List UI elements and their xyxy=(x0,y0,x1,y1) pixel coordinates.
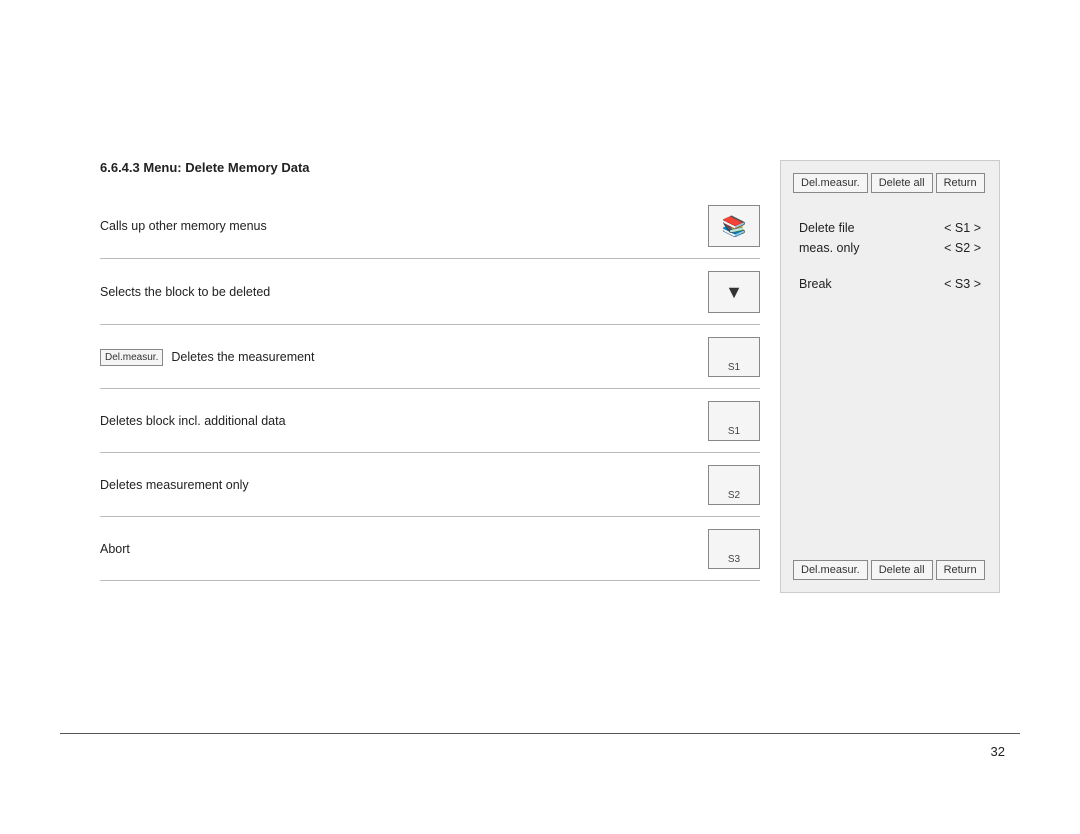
row-memory-menus-content: Calls up other memory menus 📚 xyxy=(100,205,760,247)
row-del-block-label: Deletes block incl. additional data xyxy=(100,414,698,428)
row-abort: Abort S3 xyxy=(100,529,760,581)
row-memory-menus: Calls up other memory menus 📚 xyxy=(100,205,760,259)
btn-del-measur-bottom[interactable]: Del.measur. xyxy=(793,560,868,580)
row-del-meas-only-label: Deletes measurement only xyxy=(100,478,698,492)
btn-s3[interactable]: S3 xyxy=(708,529,760,569)
btn-delete-all-bottom[interactable]: Delete all xyxy=(871,560,933,580)
btn-s1-block-label: S1 xyxy=(728,426,740,437)
right-menu-key-0: < S1 > xyxy=(944,221,981,235)
right-menu-section: Delete file < S1 > meas. only < S2 > Bre… xyxy=(793,209,987,550)
right-menu-label-1: meas. only xyxy=(799,241,859,255)
right-bottom-btn-row: Del.measur. Delete all Return xyxy=(793,560,987,580)
page-number: 32 xyxy=(991,744,1005,759)
right-menu-label-2: Break xyxy=(799,277,832,291)
row-del-block: Deletes block incl. additional data S1 xyxy=(100,401,760,453)
right-menu-row-0: Delete file < S1 > xyxy=(799,221,981,235)
right-menu-key-1: < S2 > xyxy=(944,241,981,255)
bottom-rule xyxy=(60,733,1020,734)
row-select-block-label: Selects the block to be deleted xyxy=(100,285,698,299)
row-del-measur-label-area: Del.measur. Deletes the measurement xyxy=(100,349,698,366)
row-del-measur-label: Deletes the measurement xyxy=(171,350,314,364)
row-del-meas-only: Deletes measurement only S2 xyxy=(100,465,760,517)
btn-del-measur-top[interactable]: Del.measur. xyxy=(793,173,868,193)
row-del-measur: Del.measur. Deletes the measurement S1 xyxy=(100,337,760,389)
section-title: 6.6.4.3 Menu: Delete Memory Data xyxy=(100,160,760,175)
row-memory-menus-label: Calls up other memory menus xyxy=(100,219,698,233)
right-menu-row-2: Break < S3 > xyxy=(799,277,981,291)
right-menu-row-1: meas. only < S2 > xyxy=(799,241,981,255)
right-top-btn-row: Del.measur. Delete all Return xyxy=(793,173,987,193)
btn-s1-del[interactable]: S1 xyxy=(708,337,760,377)
row-select-block: Selects the block to be deleted ▼ xyxy=(100,271,760,325)
book-icon: 📚 xyxy=(722,214,747,239)
btn-return-top[interactable]: Return xyxy=(936,173,985,193)
row-abort-label: Abort xyxy=(100,542,698,556)
btn-s1-del-label: S1 xyxy=(728,362,740,373)
btn-book[interactable]: 📚 xyxy=(708,205,760,247)
row-del-block-content: Deletes block incl. additional data S1 xyxy=(100,401,760,441)
row-abort-content: Abort S3 xyxy=(100,529,760,569)
row-select-block-content: Selects the block to be deleted ▼ xyxy=(100,271,760,313)
main-content: 6.6.4.3 Menu: Delete Memory Data Calls u… xyxy=(100,160,1000,593)
right-menu-label-0: Delete file xyxy=(799,221,855,235)
right-menu-key-2: < S3 > xyxy=(944,277,981,291)
row-del-measur-content: Del.measur. Deletes the measurement S1 xyxy=(100,337,760,377)
arrow-down-icon: ▼ xyxy=(725,282,743,303)
btn-s3-label: S3 xyxy=(728,554,740,565)
left-panel: 6.6.4.3 Menu: Delete Memory Data Calls u… xyxy=(100,160,760,593)
btn-return-bottom[interactable]: Return xyxy=(936,560,985,580)
page-container: 6.6.4.3 Menu: Delete Memory Data Calls u… xyxy=(0,0,1080,834)
del-measur-badge: Del.measur. xyxy=(100,349,163,366)
right-panel: Del.measur. Delete all Return Delete fil… xyxy=(780,160,1000,593)
btn-delete-all-top[interactable]: Delete all xyxy=(871,173,933,193)
btn-s2[interactable]: S2 xyxy=(708,465,760,505)
btn-s1-block[interactable]: S1 xyxy=(708,401,760,441)
row-del-meas-only-content: Deletes measurement only S2 xyxy=(100,465,760,505)
btn-arrow[interactable]: ▼ xyxy=(708,271,760,313)
btn-s2-label: S2 xyxy=(728,490,740,501)
